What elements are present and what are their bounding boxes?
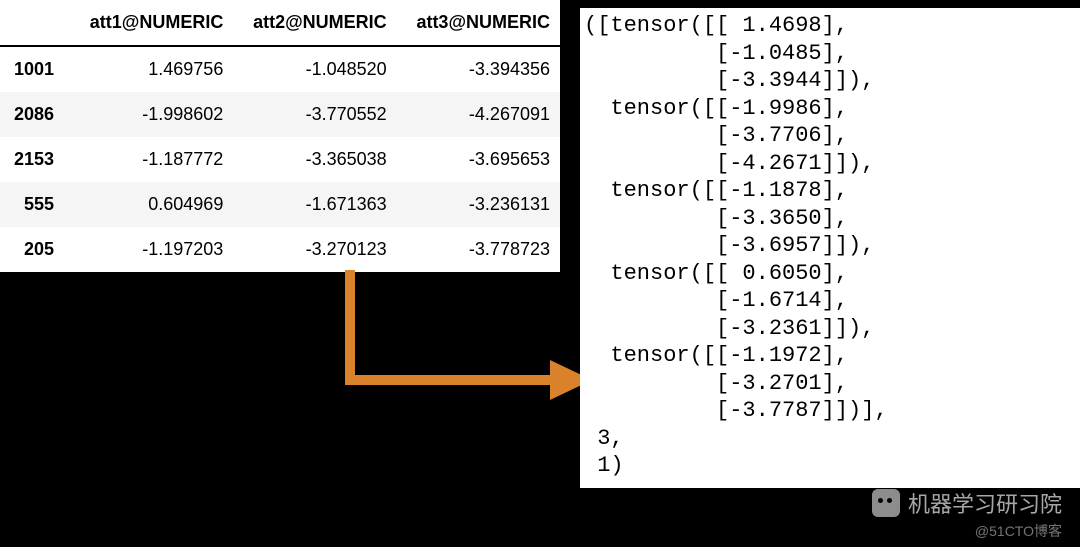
col-header-att2: att2@NUMERIC: [233, 0, 396, 46]
cell-att2: -3.270123: [233, 227, 396, 272]
data-table-container: att1@NUMERIC att2@NUMERIC att3@NUMERIC 1…: [0, 0, 560, 272]
cell-att3: -3.695653: [397, 137, 560, 182]
cell-att2: -1.671363: [233, 182, 396, 227]
col-header-att1: att1@NUMERIC: [70, 0, 233, 46]
cell-att3: -3.778723: [397, 227, 560, 272]
row-index: 555: [0, 182, 70, 227]
cell-att3: -3.236131: [397, 182, 560, 227]
row-index: 205: [0, 227, 70, 272]
cell-att3: -4.267091: [397, 92, 560, 137]
table-row: 2086-1.998602-3.770552-4.267091: [0, 92, 560, 137]
cell-att2: -3.365038: [233, 137, 396, 182]
watermark-text: 机器学习研习院: [908, 487, 1062, 519]
tensor-output-code: ([tensor([[ 1.4698], [-1.0485], [-3.3944…: [580, 8, 1080, 488]
cell-att2: -1.048520: [233, 46, 396, 92]
watermark: 机器学习研习院: [872, 487, 1062, 519]
table-row: 205-1.197203-3.270123-3.778723: [0, 227, 560, 272]
row-index: 2153: [0, 137, 70, 182]
cell-att1: -1.197203: [70, 227, 233, 272]
cell-att1: -1.187772: [70, 137, 233, 182]
cell-att1: 0.604969: [70, 182, 233, 227]
table-row: 5550.604969-1.671363-3.236131: [0, 182, 560, 227]
row-index: 2086: [0, 92, 70, 137]
wechat-icon: [872, 489, 900, 517]
table-row: 2153-1.187772-3.365038-3.695653: [0, 137, 560, 182]
table-row: 10011.469756-1.048520-3.394356: [0, 46, 560, 92]
col-header-att3: att3@NUMERIC: [397, 0, 560, 46]
cell-att1: -1.998602: [70, 92, 233, 137]
cell-att1: 1.469756: [70, 46, 233, 92]
dataframe-table: att1@NUMERIC att2@NUMERIC att3@NUMERIC 1…: [0, 0, 560, 272]
sub-watermark: @51CTO博客: [975, 521, 1062, 541]
cell-att2: -3.770552: [233, 92, 396, 137]
cell-att3: -3.394356: [397, 46, 560, 92]
transform-arrow-icon: [320, 270, 600, 430]
index-header: [0, 0, 70, 46]
row-index: 1001: [0, 46, 70, 92]
